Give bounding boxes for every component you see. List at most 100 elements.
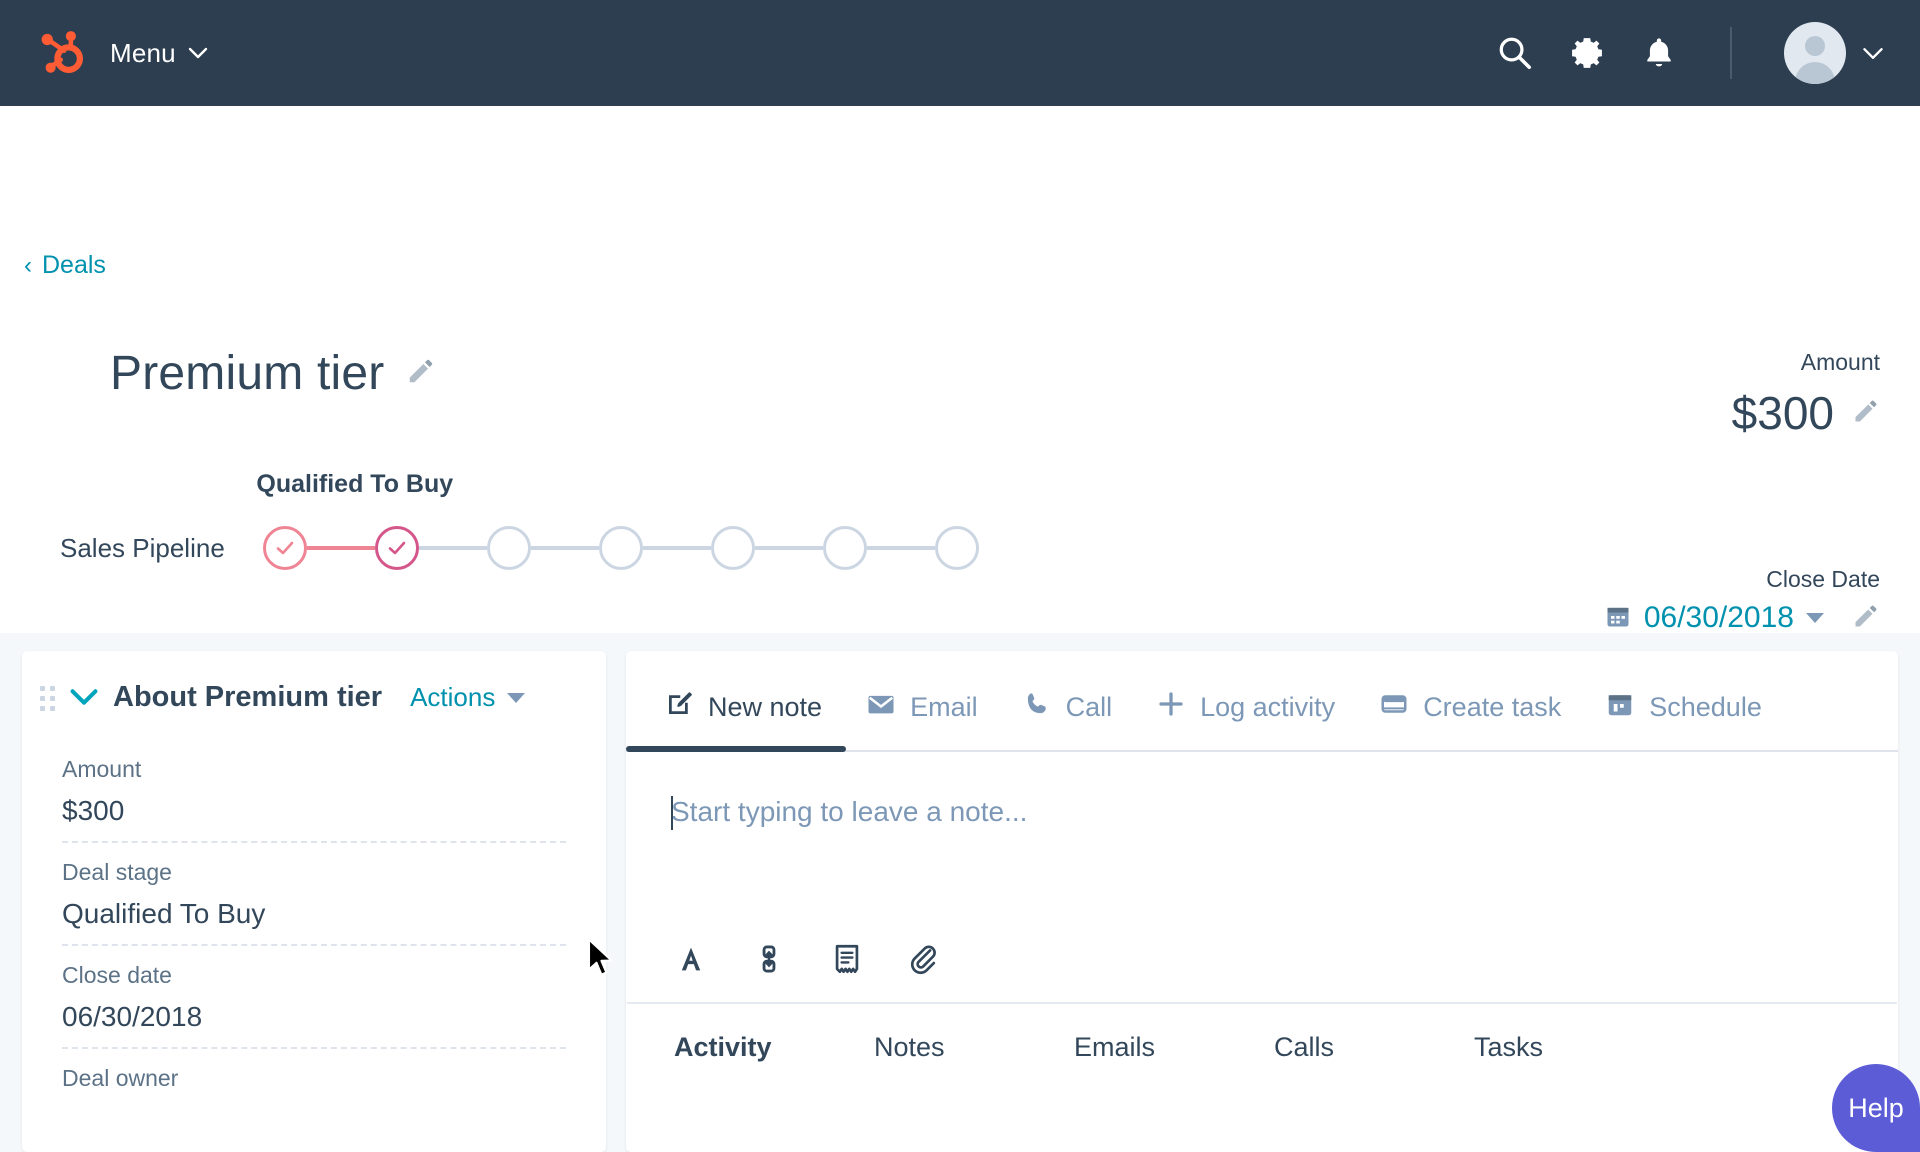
breadcrumb-deals[interactable]: ‹ Deals <box>24 251 106 280</box>
pipeline-connector <box>418 546 487 550</box>
pipeline-connector <box>754 546 823 550</box>
note-placeholder: Start typing to leave a note... <box>671 796 1028 827</box>
chevron-left-icon: ‹ <box>24 251 32 279</box>
pencil-icon[interactable] <box>1852 602 1880 635</box>
pipeline-name: Sales Pipeline <box>60 532 225 563</box>
pipeline-stage-4[interactable] <box>598 526 643 570</box>
about-card-title: About Premium tier <box>113 681 383 713</box>
text-format-icon[interactable] <box>674 942 708 976</box>
bottom-tab-emails[interactable]: Emails <box>1074 1032 1274 1063</box>
menu-button[interactable]: Menu <box>100 30 218 77</box>
property-list: Amount $300 Deal stage Qualified To Buy … <box>22 756 606 1118</box>
about-card-header: About Premium tier Actions <box>22 681 606 714</box>
tab-email[interactable]: Email <box>866 689 978 752</box>
nav-divider <box>1730 27 1732 79</box>
tab-label: Call <box>1065 692 1113 722</box>
chevron-down-icon <box>1863 47 1883 59</box>
chevron-down-icon <box>188 47 208 59</box>
gear-icon[interactable] <box>1568 34 1606 72</box>
task-icon <box>1379 689 1409 726</box>
editor-toolbar <box>626 942 1898 1002</box>
pipeline-stage-2[interactable] <box>374 526 419 570</box>
close-date-value[interactable]: 06/30/2018 <box>1644 601 1794 635</box>
pipeline-stage-1[interactable] <box>262 526 307 570</box>
bottom-tab-notes[interactable]: Notes <box>874 1032 1074 1063</box>
bell-icon[interactable] <box>1640 34 1678 72</box>
property-row-deal-owner: Deal owner <box>62 1065 566 1118</box>
pipeline-stage-5[interactable] <box>710 526 755 570</box>
activity-filter-tabs: Activity Notes Emails Calls Tasks <box>626 1004 1898 1063</box>
plus-icon <box>1156 689 1186 726</box>
insert-link-icon[interactable] <box>752 942 786 976</box>
close-date-summary: Close Date 06/30/2018 <box>1604 566 1880 635</box>
close-date-label: Close Date <box>1766 566 1880 592</box>
chevron-down-icon[interactable] <box>69 683 99 713</box>
pipeline-connector <box>530 546 599 550</box>
tab-label: New note <box>708 692 823 722</box>
user-menu[interactable] <box>1784 22 1884 84</box>
tab-label: Create task <box>1423 692 1562 722</box>
envelope-icon <box>866 689 896 726</box>
about-deal-card: About Premium tier Actions Amount $300 D… <box>22 651 606 1152</box>
page-body: About Premium tier Actions Amount $300 D… <box>0 633 1920 1152</box>
amount-value[interactable]: $300 <box>1732 386 1834 440</box>
amount-summary: Amount $300 <box>1732 349 1880 440</box>
property-label: Amount <box>62 756 142 782</box>
bottom-tab-tasks[interactable]: Tasks <box>1474 1032 1674 1063</box>
pipeline-connector <box>642 546 711 550</box>
pencil-icon[interactable] <box>1852 397 1880 430</box>
tab-log-activity[interactable]: Log activity <box>1156 689 1335 752</box>
property-row-close-date: Close date 06/30/2018 <box>62 962 566 1049</box>
help-button[interactable]: Help <box>1832 1064 1920 1152</box>
hubspot-sprocket-logo[interactable] <box>26 26 100 80</box>
chevron-down-icon[interactable] <box>1806 613 1824 623</box>
pipeline-stage-6[interactable] <box>822 526 867 570</box>
pipeline-tracker: Sales Pipeline Qualified To Buy <box>60 470 979 570</box>
bottom-tab-activity[interactable]: Activity <box>674 1032 874 1063</box>
property-label: Close date <box>62 962 172 988</box>
page-title: Premium tier <box>110 347 385 400</box>
tab-label: Email <box>910 692 978 722</box>
pipeline-connector <box>306 546 375 550</box>
calendar-icon <box>1605 689 1635 726</box>
amount-label: Amount <box>1800 349 1880 375</box>
avatar <box>1784 22 1846 84</box>
pipeline-stages: Qualified To Buy <box>256 470 979 570</box>
text-cursor <box>671 796 673 830</box>
property-label: Deal stage <box>62 859 172 885</box>
calendar-icon <box>1604 602 1632 635</box>
tab-create-task[interactable]: Create task <box>1379 689 1561 752</box>
property-value[interactable]: $300 <box>62 795 566 827</box>
pipeline-stage-7[interactable] <box>934 526 979 570</box>
pipeline-stage-3[interactable] <box>486 526 531 570</box>
tab-schedule[interactable]: Schedule <box>1605 689 1762 752</box>
current-stage-label: Qualified To Buy <box>256 470 454 498</box>
tab-label: Log activity <box>1200 692 1336 722</box>
search-icon[interactable] <box>1496 34 1534 72</box>
actions-dropdown[interactable]: Actions <box>410 682 526 713</box>
activity-card: New note Email Call Log activity Create … <box>626 651 1898 1152</box>
activity-tab-bar: New note Email Call Log activity Create … <box>626 651 1898 752</box>
bottom-tab-calls[interactable]: Calls <box>1274 1032 1474 1063</box>
paperclip-attach-icon[interactable] <box>908 942 942 976</box>
check-icon <box>388 541 406 555</box>
check-icon <box>276 541 294 555</box>
breadcrumb-label: Deals <box>42 251 106 279</box>
tab-label: Schedule <box>1649 692 1762 722</box>
template-document-icon[interactable] <box>830 942 864 976</box>
drag-handle-icon[interactable] <box>40 686 55 711</box>
property-value[interactable]: 06/30/2018 <box>62 1001 566 1033</box>
property-value[interactable]: Qualified To Buy <box>62 898 566 930</box>
property-label: Deal owner <box>62 1065 179 1091</box>
tab-call[interactable]: Call <box>1022 689 1113 752</box>
phone-icon <box>1022 689 1052 726</box>
property-row-deal-stage: Deal stage Qualified To Buy <box>62 859 566 946</box>
pencil-icon[interactable] <box>406 356 436 391</box>
note-editor[interactable]: Start typing to leave a note... <box>626 752 1898 942</box>
actions-label: Actions <box>410 682 496 712</box>
menu-label: Menu <box>110 37 176 68</box>
tab-new-note[interactable]: New note <box>664 689 822 752</box>
pipeline-connector <box>866 546 935 550</box>
deal-header: ‹ Deals Premium tier Amount $300 Sales P… <box>0 106 1920 635</box>
deal-title-row: Premium tier <box>110 346 436 401</box>
